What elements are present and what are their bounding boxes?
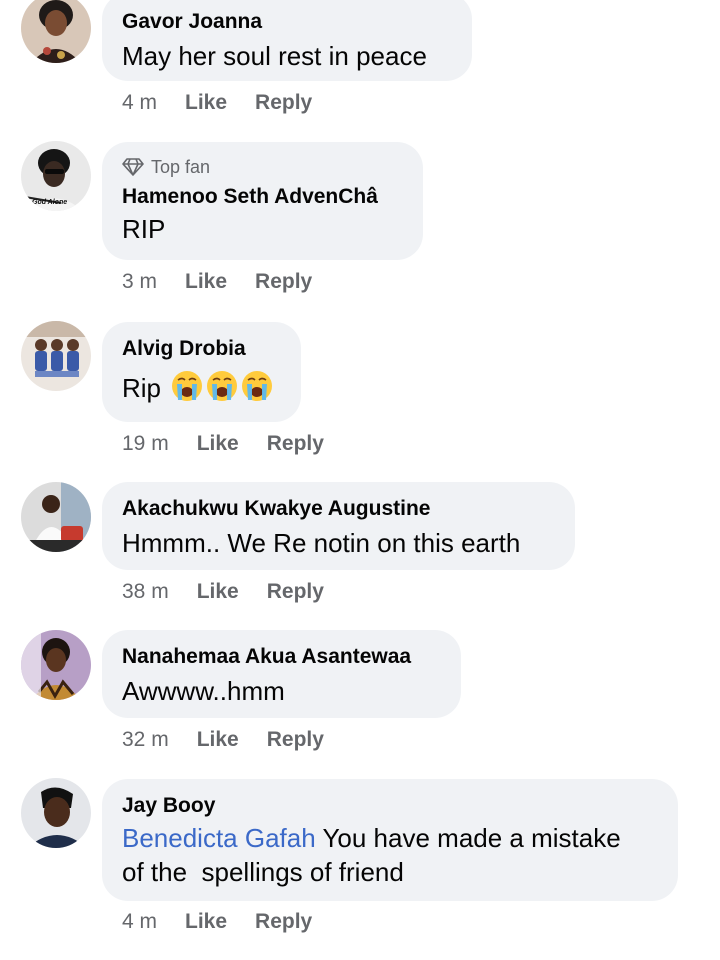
reply-button[interactable]: Reply <box>255 270 312 294</box>
like-button[interactable]: Like <box>197 728 239 752</box>
comment-bubble: Top fan Hamenoo Seth AdvenChâ RIP <box>102 142 423 260</box>
comment-text-body: Rip <box>122 372 162 403</box>
reply-button[interactable]: Reply <box>255 910 312 934</box>
diamond-icon <box>122 158 144 176</box>
like-button[interactable]: Like <box>185 910 227 934</box>
comment-time[interactable]: 3 m <box>122 270 157 294</box>
comment-text: Benedicta Gafah You have made a mistake … <box>122 821 658 889</box>
avatar-caption: God Alone <box>32 199 68 206</box>
avatar[interactable] <box>21 778 91 848</box>
comment-time[interactable]: 19 m <box>122 432 169 456</box>
comment-time[interactable]: 4 m <box>122 91 157 115</box>
comment-actions: 4 m Like Reply <box>122 910 312 934</box>
reply-button[interactable]: Reply <box>267 580 324 604</box>
comment-actions: 4 m Like Reply <box>122 91 312 115</box>
avatar[interactable] <box>21 630 91 700</box>
comment-bubble: Jay Booy Benedicta Gafah You have made a… <box>102 779 678 901</box>
comment-author[interactable]: Akachukwu Kwakye Augustine <box>122 496 555 522</box>
comment-time[interactable]: 38 m <box>122 580 169 604</box>
mention-link[interactable]: Benedicta Gafah <box>122 823 316 853</box>
avatar[interactable] <box>21 321 91 391</box>
comment-text: May her soul rest in peace <box>122 41 427 71</box>
crying-face-icon <box>171 370 203 410</box>
comment-actions: 19 m Like Reply <box>122 432 324 456</box>
comment-author[interactable]: Hamenoo Seth AdvenChâ <box>122 184 403 210</box>
comment-text: Rip <box>122 370 281 410</box>
comment-actions: 32 m Like Reply <box>122 728 324 752</box>
comment-bubble: Nanahemaa Akua Asantewaa Awwww..hmm <box>102 630 461 718</box>
badge-label: Top fan <box>151 157 211 177</box>
reply-button[interactable]: Reply <box>267 432 324 456</box>
reply-button[interactable]: Reply <box>255 91 312 115</box>
comment-text-line2: of the spellings of friend <box>122 857 404 887</box>
comment-bubble: Akachukwu Kwakye Augustine Hmmm.. We Re … <box>102 482 575 570</box>
top-fan-badge: Top fan <box>122 156 403 178</box>
comment-author[interactable]: Alvig Drobia <box>122 336 281 362</box>
comment-text-line1: You have made a mistake <box>315 823 621 853</box>
comment-bubble: Gavor Joanna May her soul rest in peace <box>102 0 472 81</box>
like-button[interactable]: Like <box>197 580 239 604</box>
avatar[interactable] <box>21 0 91 63</box>
reply-button[interactable]: Reply <box>267 728 324 752</box>
avatar[interactable] <box>21 482 91 552</box>
like-button[interactable]: Like <box>185 91 227 115</box>
comment-time[interactable]: 4 m <box>122 910 157 934</box>
comment-text: RIP <box>122 214 166 244</box>
comment-author[interactable]: Gavor Joanna <box>122 9 452 35</box>
crying-face-icon <box>206 370 238 410</box>
comment-author[interactable]: Nanahemaa Akua Asantewaa <box>122 644 441 670</box>
comment-text: Hmmm.. We Re notin on this earth <box>122 528 521 558</box>
like-button[interactable]: Like <box>197 432 239 456</box>
avatar[interactable]: God Alone <box>21 141 91 211</box>
crying-face-icon <box>241 370 273 410</box>
comment-bubble: Alvig Drobia Rip <box>102 322 301 422</box>
comment-actions: 3 m Like Reply <box>122 270 312 294</box>
like-button[interactable]: Like <box>185 270 227 294</box>
comment-author[interactable]: Jay Booy <box>122 793 658 819</box>
comment-text: Awwww..hmm <box>122 676 285 706</box>
comment-actions: 38 m Like Reply <box>122 580 324 604</box>
comment-time[interactable]: 32 m <box>122 728 169 752</box>
